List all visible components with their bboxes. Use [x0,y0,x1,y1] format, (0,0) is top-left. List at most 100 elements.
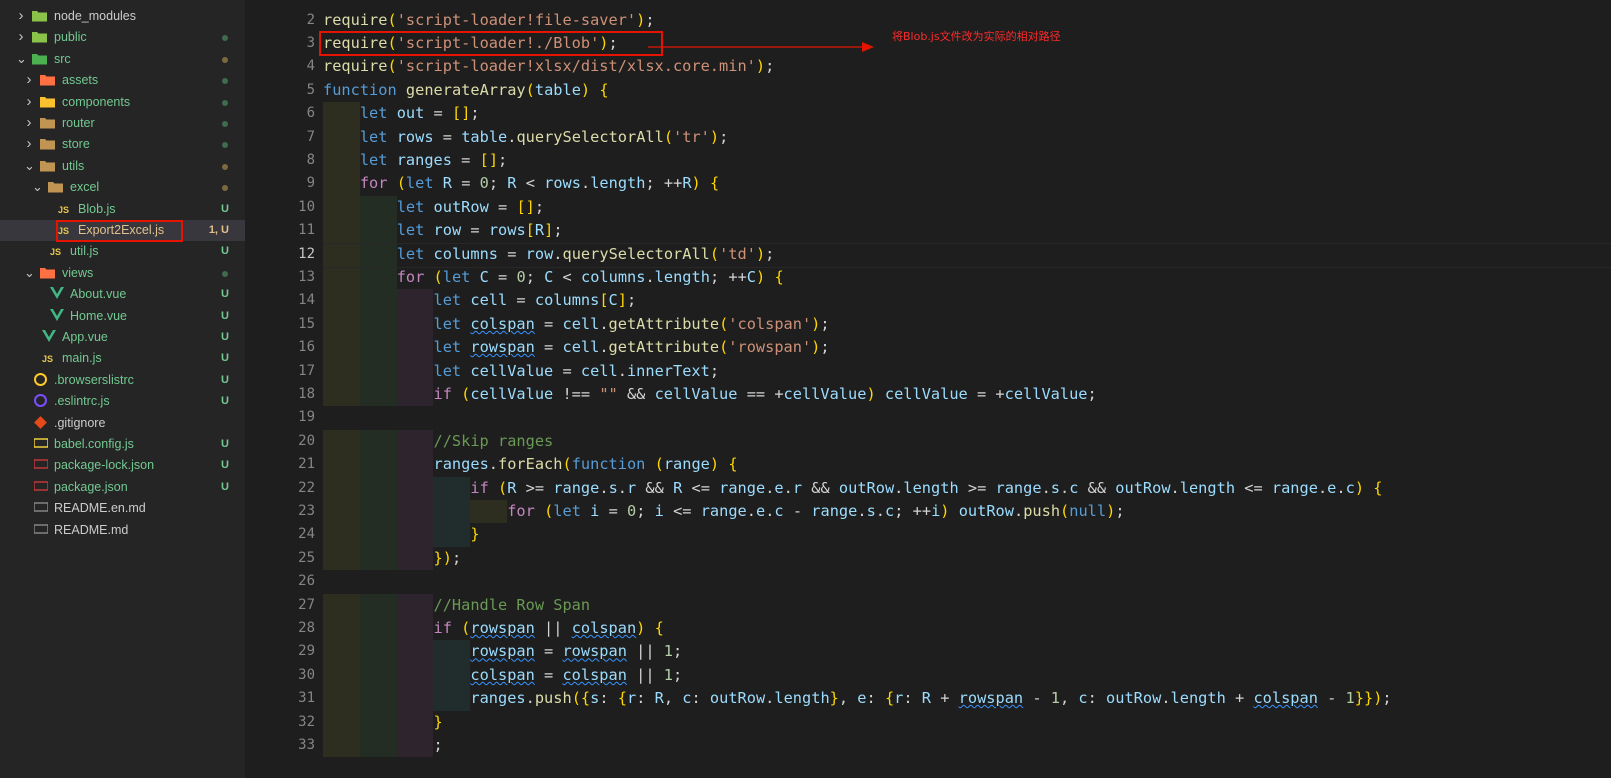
explorer-item[interactable]: Home.vue U [0,306,245,327]
code-line[interactable]: } [323,711,443,734]
chevron-right-icon[interactable]: › [24,72,34,87]
chevron-right-icon[interactable]: › [24,94,34,109]
chevron-down-icon[interactable]: ⌄ [24,158,35,173]
explorer-item-label: Home.vue [70,308,127,323]
code-line[interactable]: //Skip ranges [323,430,554,453]
code-line[interactable]: let ranges = []; [323,149,507,172]
git-status-dot [222,185,228,192]
explorer-item-label: README.md [54,522,129,537]
explorer-item[interactable]: › public [0,27,245,48]
line-number: 4 [306,58,315,75]
line-number: 10 [298,198,315,215]
code-line[interactable]: }); [323,547,462,570]
explorer-item[interactable]: › assets [0,70,245,91]
explorer-item[interactable]: .gitignore [0,413,245,434]
code-line[interactable]: let cellValue = cell.innerText; [323,360,720,383]
line-number: 17 [298,362,315,379]
git-status-dot [222,78,228,85]
line-number: 14 [298,292,315,309]
explorer-item[interactable]: › router [0,113,245,134]
chevron-down-icon[interactable]: ⌄ [32,180,43,194]
line-number: 3 [306,35,315,51]
line-number: 9 [306,175,315,192]
chevron-down-icon[interactable]: ⌄ [16,51,27,66]
explorer-item-label: views [62,265,94,280]
explorer-item[interactable]: ⌄ src [0,49,245,70]
explorer-item-label: babel.config.js [54,437,134,451]
code-line[interactable]: let rowspan = cell.getAttribute('rowspan… [323,336,830,359]
explorer-item[interactable]: .eslintrc.js U [0,391,245,412]
line-number: 18 [298,386,315,402]
explorer-item[interactable]: babel.config.js U [0,434,245,455]
explorer-item-label: .browserslistrc [54,372,134,387]
line-number: 23 [298,503,315,519]
chevron-right-icon[interactable]: › [24,136,34,151]
vue-icon [50,287,65,301]
code-line[interactable]: let columns = row.querySelectorAll('td')… [323,243,775,266]
code-line[interactable]: let outRow = []; [323,196,544,219]
explorer-item[interactable]: › store [0,134,245,155]
explorer-item[interactable]: ⌄ utils [0,156,245,177]
code-line[interactable]: if (R >= range.s.r && R <= range.e.r && … [323,477,1382,500]
git-status-badge: 1, U [208,224,229,236]
explorer-item-label: Blob.js [78,201,116,216]
chevron-right-icon[interactable]: › [16,29,26,44]
explorer-item[interactable]: › components [0,92,245,113]
explorer-item-label: router [62,116,95,130]
code-line[interactable]: colspan = colspan || 1; [323,664,682,687]
code-line[interactable]: if (cellValue !== "" && cellValue == +ce… [323,383,1097,406]
annotation-arrow-icon [648,42,874,52]
code-line[interactable]: rowspan = rowspan || 1; [323,640,682,663]
code-line[interactable]: ranges.forEach(function (range) { [323,453,738,476]
code-line[interactable]: function generateArray(table) { [323,79,609,102]
code-line[interactable]: for (let i = 0; i <= range.e.c - range.s… [323,500,1124,523]
explorer-item[interactable]: JS main.js U [0,348,245,369]
explorer-item[interactable]: App.vue U [0,327,245,348]
git-status-badge: U [221,480,229,493]
line-number: 22 [298,479,315,496]
code-line[interactable]: let rows = table.querySelectorAll('tr'); [323,126,728,149]
code-line[interactable]: if (rowspan || colspan) { [323,617,664,640]
git-status-badge: U [221,459,229,472]
explorer-item-label: package.json [54,479,128,494]
explorer-item-label: main.js [62,351,102,366]
explorer-item-label: About.vue [70,287,127,302]
code-line[interactable]: require('script-loader!file-saver'); [323,9,655,32]
code-line[interactable]: for (let R = 0; R < rows.length; ++R) { [323,172,719,195]
explorer-item[interactable]: ⌄ excel [0,177,245,198]
line-number: 30 [298,666,315,683]
line-number: 8 [306,152,315,168]
code-line[interactable]: } [323,523,479,546]
explorer-item[interactable]: .browserslistrc U [0,370,245,391]
chevron-down-icon[interactable]: ⌄ [24,265,35,280]
line-number: 24 [298,526,315,543]
explorer-item[interactable]: package.json U [0,477,245,498]
code-editor[interactable]: 2 3 4 5 6 7 8 9 10 11 12 13 14 15 16 17 18 19 20 21 22 23 24 25… [245,0,1611,778]
explorer-item[interactable]: About.vue U [0,284,245,305]
explorer-item[interactable]: README.md [0,520,245,541]
excel-folder-icon [48,180,63,194]
line-number: 11 [298,222,315,239]
code-line[interactable]: let cell = columns[C]; [323,289,637,312]
code-line[interactable]: ranges.push({s: {r: R, c: outRow.length}… [323,687,1391,710]
code-line[interactable]: ; [323,734,443,757]
explorer-item[interactable]: package-lock.json U [0,455,245,476]
explorer-item[interactable]: JS util.js U [0,241,245,262]
explorer-item[interactable]: › node_modules [0,6,245,27]
chevron-right-icon[interactable]: › [16,8,26,23]
explorer-item[interactable]: JS Blob.js U [0,199,245,220]
code-line[interactable]: //Handle Row Span [323,594,591,617]
line-number: 29 [298,643,315,660]
explorer-item[interactable]: ⌄ views [0,263,245,284]
code-line[interactable]: let out = []; [323,102,480,125]
chevron-right-icon[interactable]: › [24,115,34,130]
code-line[interactable]: for (let C = 0; C < columns.length; ++C)… [323,266,784,289]
explorer-item[interactable]: README.en.md [0,498,245,519]
code-line[interactable]: let colspan = cell.getAttribute('colspan… [323,313,830,336]
line-number: 13 [298,269,315,285]
code-line[interactable]: let row = rows[R]; [323,219,563,242]
code-line[interactable]: require('script-loader!xlsx/dist/xlsx.co… [323,55,774,78]
line-number: 28 [298,620,315,636]
git-status-badge: U [221,309,229,322]
javascript-icon: JS [42,354,54,365]
